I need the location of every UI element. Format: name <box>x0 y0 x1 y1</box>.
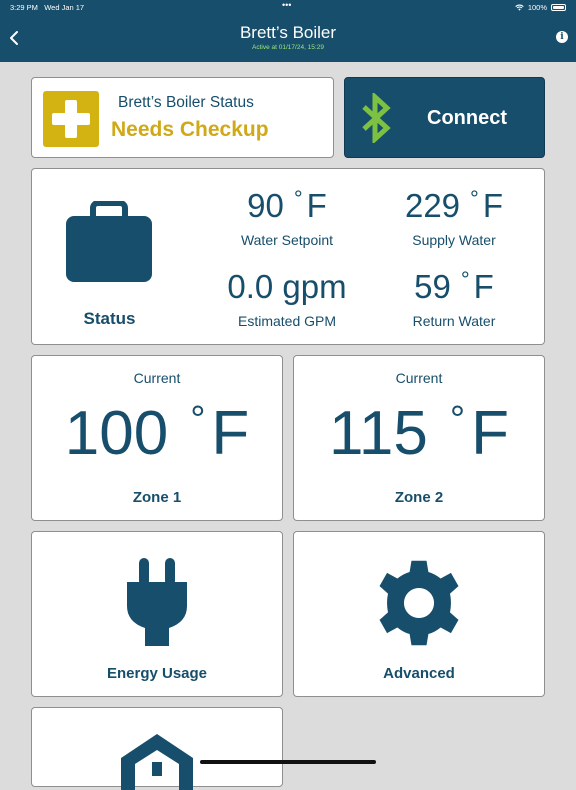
zone-2-name: Zone 2 <box>394 489 444 506</box>
zone-1-caption: Current <box>133 370 181 386</box>
status-title: Status <box>83 309 136 328</box>
water-setpoint-label: Water Setpoint <box>240 232 334 248</box>
energy-usage-tile[interactable]: Energy Usage <box>31 531 283 697</box>
briefcase-icon <box>66 201 152 282</box>
gear-icon <box>379 560 459 646</box>
supply-water-unit: F <box>482 187 504 224</box>
active-timestamp: Active at 01/17/24, 15:29 <box>252 44 324 51</box>
water-setpoint-metric: 90 ° F Water Setpoint <box>197 186 377 249</box>
bluetooth-icon <box>362 93 391 143</box>
medical-plus-icon <box>43 91 99 147</box>
degree-symbol: ° <box>460 267 470 292</box>
boiler-status-card: Brett’s Boiler Status Needs Checkup <box>31 77 334 158</box>
zone-1-card[interactable]: Current 100 °F Zone 1 <box>31 355 283 521</box>
zone-2-card[interactable]: Current 115 °F Zone 2 <box>293 355 545 521</box>
supply-water-value: 229 <box>404 187 461 224</box>
zone-1-unit: F <box>211 399 250 468</box>
water-setpoint-unit: F <box>306 187 327 224</box>
supply-water-metric: 229 ° F Supply Water <box>364 186 544 249</box>
status-time: 3:29 PM Wed Jan 17 <box>10 3 85 12</box>
system-status-bar: 3:29 PM Wed Jan 17 ••• 100% <box>0 0 576 14</box>
return-water-value: 59 <box>414 268 451 305</box>
zone-2-unit: F <box>471 399 509 468</box>
page-title: Brett’s Boiler <box>239 23 337 42</box>
return-water-metric: 59 ° F Return Water <box>364 267 544 330</box>
advanced-label: Advanced <box>383 665 455 682</box>
battery-percent: 100% <box>527 3 547 12</box>
connect-button[interactable]: Connect <box>344 77 545 158</box>
return-water-unit: F <box>473 268 494 305</box>
status-metrics-card[interactable]: Status 90 ° F Water Setpoint 229 ° F Supply … <box>31 168 545 345</box>
return-water-label: Return Water <box>412 313 496 329</box>
degree-symbol: ° <box>190 399 206 441</box>
degree-symbol: ° <box>293 186 303 211</box>
zone-2-value: 115 <box>329 399 428 468</box>
battery-icon <box>551 4 566 11</box>
degree-symbol: ° <box>449 399 466 441</box>
water-setpoint-value: 90 <box>247 187 284 224</box>
multitask-dots-icon[interactable]: ••• <box>282 0 291 10</box>
plug-icon <box>127 558 187 646</box>
status-value: Needs Checkup <box>111 118 269 141</box>
zone-1-name: Zone 1 <box>132 489 182 506</box>
connect-label: Connect <box>427 107 507 129</box>
energy-usage-label: Energy Usage <box>106 665 208 682</box>
wifi-icon <box>515 4 524 11</box>
estimated-gpm-metric: 0.0 gpm Estimated GPM <box>197 270 377 329</box>
info-icon[interactable]: i <box>556 31 568 43</box>
estimated-gpm-value: 0.0 gpm <box>227 268 347 305</box>
status-label: Brett’s Boiler Status <box>118 94 254 111</box>
home-indicator[interactable] <box>200 760 376 764</box>
estimated-gpm-label: Estimated GPM <box>237 313 337 329</box>
advanced-tile[interactable]: Advanced <box>293 531 545 697</box>
degree-symbol: ° <box>470 186 479 211</box>
zone-1-temperature: 100 °F <box>32 401 282 465</box>
app-header: 3:29 PM Wed Jan 17 ••• 100% Brett’s Boil… <box>0 0 576 62</box>
additional-tile[interactable] <box>31 707 283 790</box>
status-indicators: 100% <box>515 3 566 12</box>
zone-2-temperature: 115 °F <box>294 401 544 465</box>
zone-2-caption: Current <box>395 370 443 386</box>
supply-water-label: Supply Water <box>412 232 496 248</box>
house-icon <box>121 734 193 790</box>
zone-1-value: 100 <box>64 399 169 468</box>
